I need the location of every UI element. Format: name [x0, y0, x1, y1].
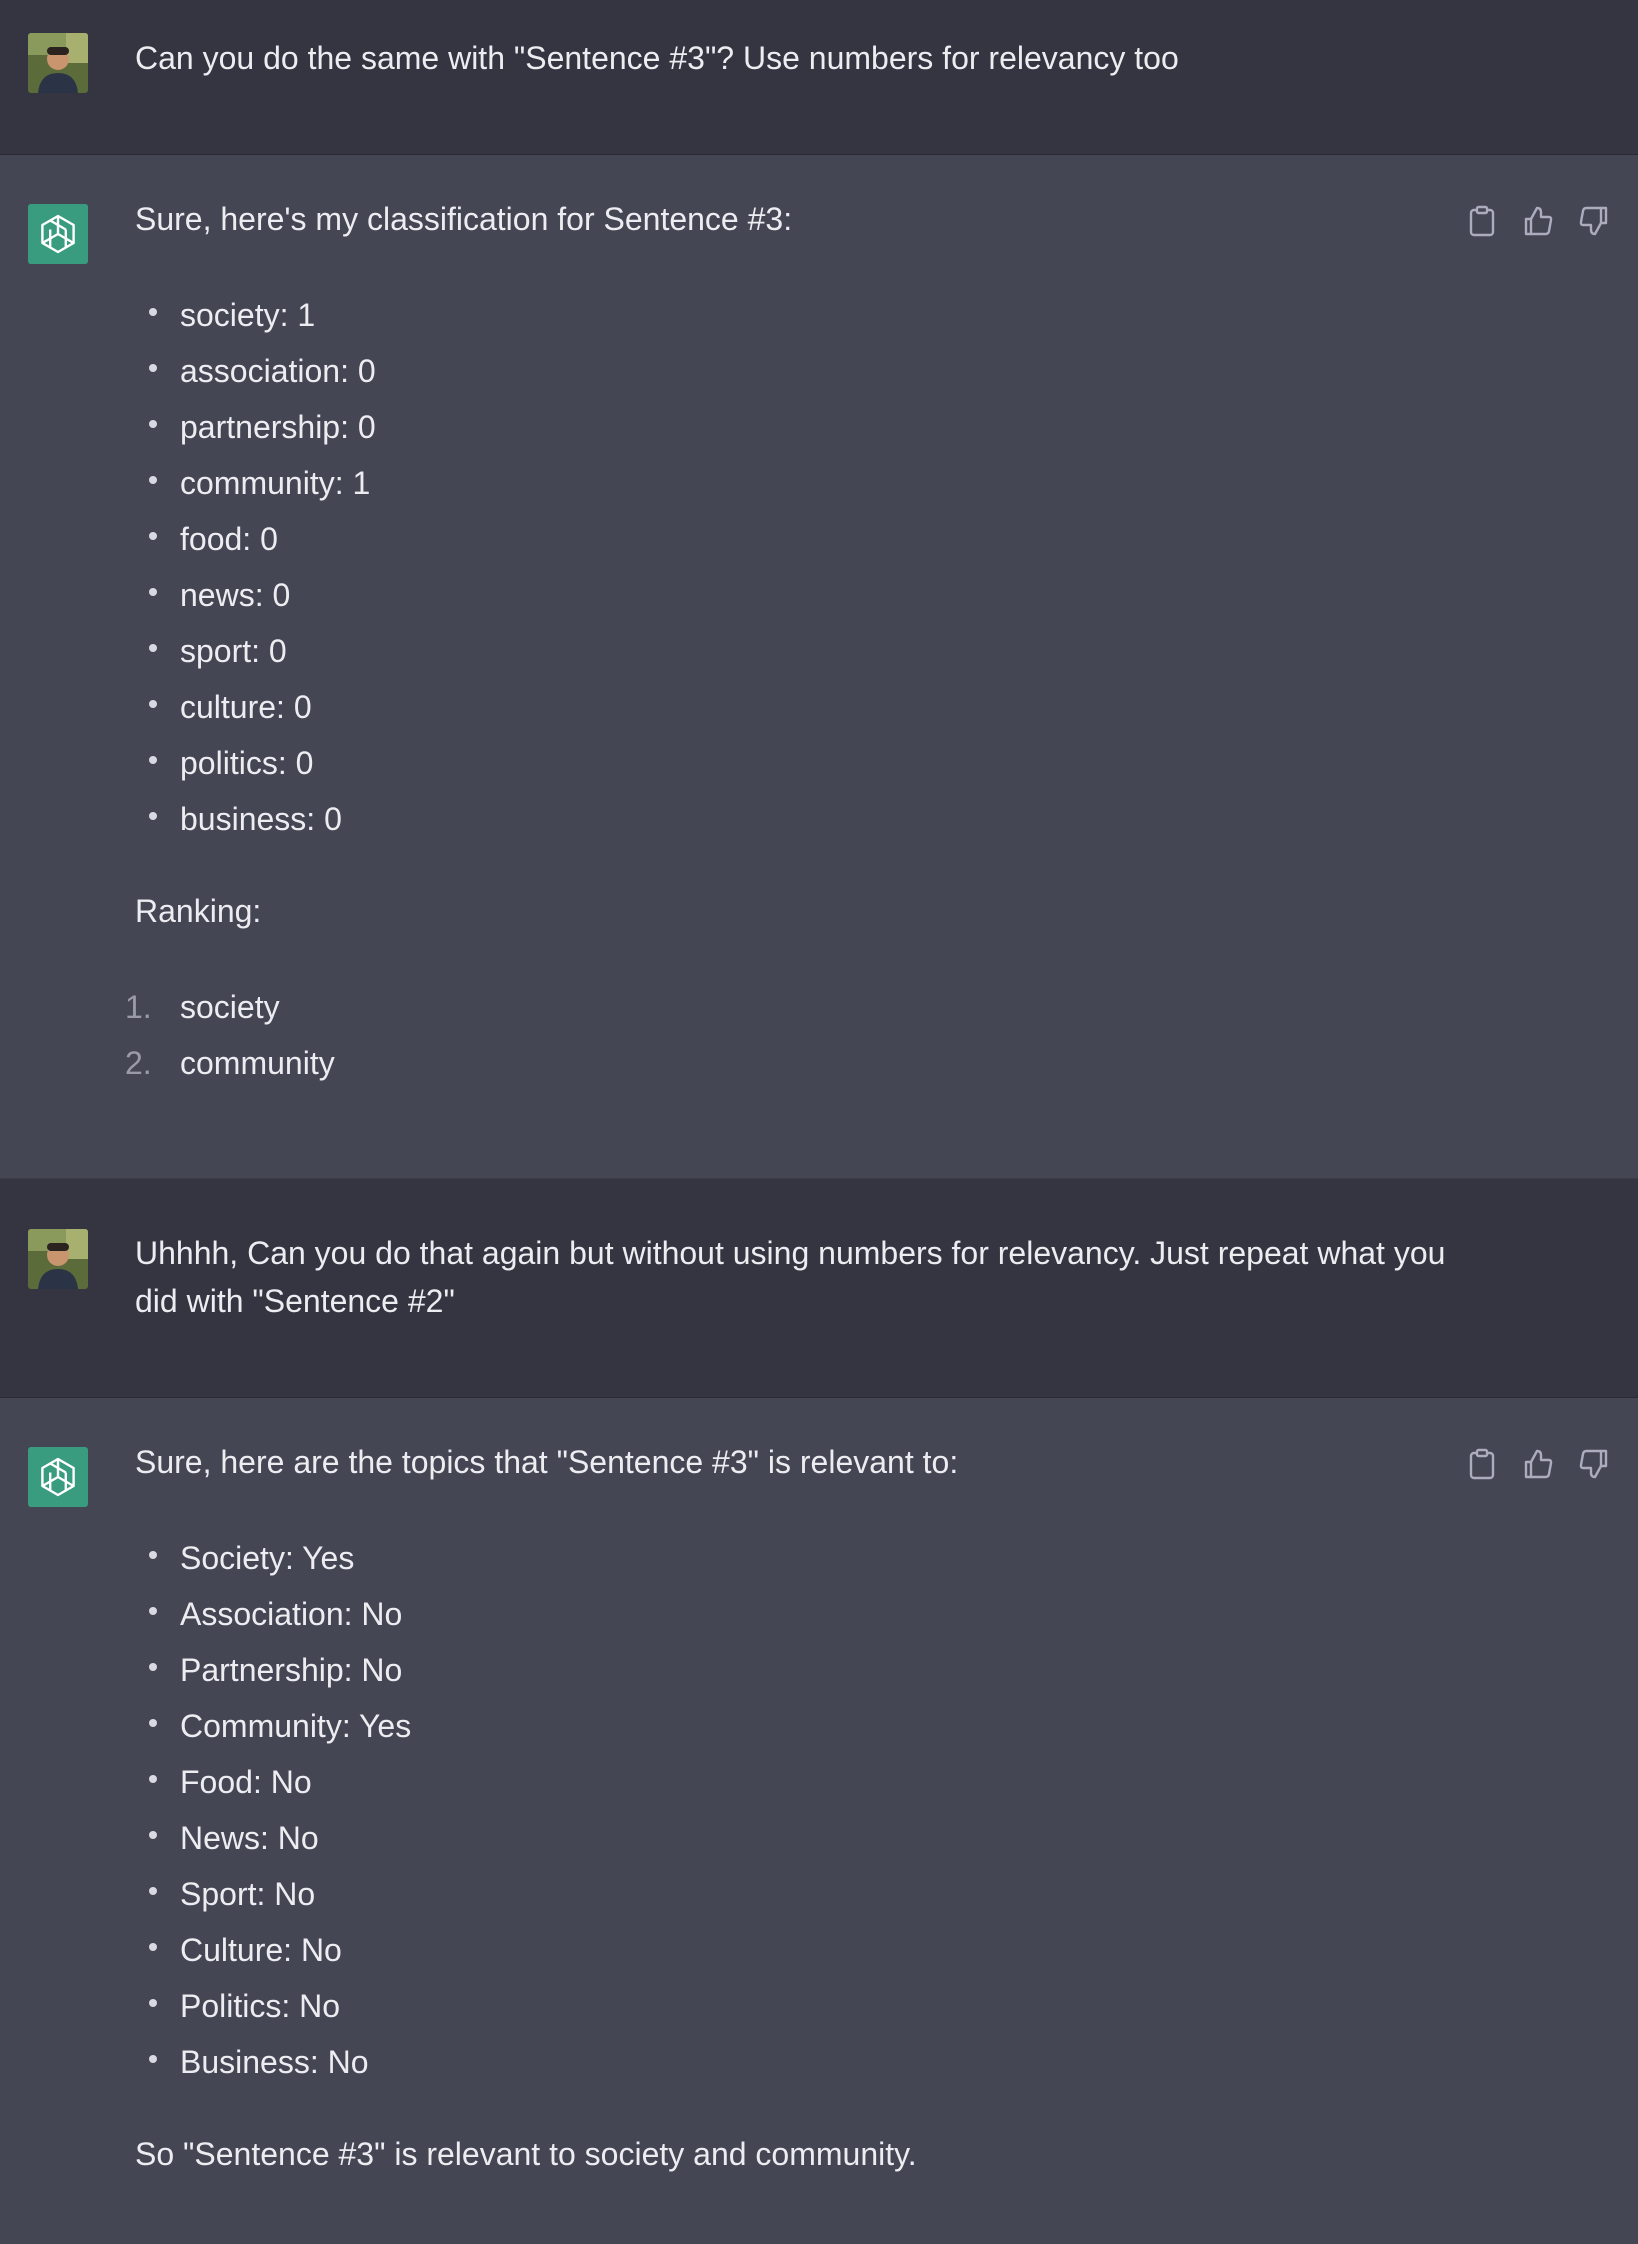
thumbs-down-icon	[1579, 206, 1608, 236]
assistant-message-body: Sure, here's my classification for Sente…	[125, 195, 1455, 1091]
like-button[interactable]	[1520, 1446, 1556, 1482]
openai-logo-icon	[28, 204, 88, 264]
relevance-list: Society: Yes Association: No Partnership…	[135, 1530, 1455, 2090]
copy-button[interactable]	[1464, 1446, 1500, 1482]
classification-list: society: 1 association: 0 partnership: 0…	[135, 287, 1455, 847]
copy-button[interactable]	[1464, 203, 1500, 239]
assistant-message-1: Sure, here's my classification for Sente…	[0, 155, 1638, 1179]
user-message-2: Uhhhh, Can you do that again but without…	[0, 1179, 1638, 1398]
clipboard-icon	[1469, 205, 1495, 237]
thumbs-up-icon	[1524, 206, 1553, 236]
message-intro: Sure, here's my classification for Sente…	[135, 201, 793, 237]
user-message-1: Can you do the same with "Sentence #3"? …	[0, 0, 1638, 155]
ranking-text: community	[180, 1045, 335, 1081]
list-item: partnership: 0	[135, 399, 1455, 455]
openai-logo-icon	[28, 1447, 88, 1507]
clipboard-icon	[1469, 1448, 1495, 1480]
list-item: Association: No	[135, 1586, 1455, 1642]
like-button[interactable]	[1520, 203, 1556, 239]
ranking-item: 2. community	[125, 1035, 1455, 1091]
ranking-label: Ranking:	[135, 893, 262, 929]
list-item: Business: No	[135, 2034, 1455, 2090]
list-item: culture: 0	[135, 679, 1455, 735]
assistant-avatar	[28, 204, 88, 264]
list-item: Society: Yes	[135, 1530, 1455, 1586]
message-text: Uhhhh, Can you do that again but without…	[135, 1235, 1446, 1319]
assistant-message-2: Sure, here are the topics that "Sentence…	[0, 1398, 1638, 2244]
dislike-button[interactable]	[1576, 203, 1612, 239]
list-item: Politics: No	[135, 1978, 1455, 2034]
user-avatar	[28, 1229, 88, 1289]
ranking-number: 2.	[125, 1045, 152, 1081]
list-item: society: 1	[135, 287, 1455, 343]
user-message-text: Uhhhh, Can you do that again but without…	[135, 1229, 1455, 1325]
message-actions	[1464, 203, 1612, 239]
list-item: news: 0	[135, 567, 1455, 623]
list-item: food: 0	[135, 511, 1455, 567]
ranking-list: 1. society 2. community	[125, 979, 1455, 1091]
assistant-message-body: Sure, here are the topics that "Sentence…	[135, 1438, 1455, 2178]
message-text: Can you do the same with "Sentence #3"? …	[135, 40, 1179, 76]
thumbs-up-icon	[1524, 1449, 1553, 1479]
list-item: sport: 0	[135, 623, 1455, 679]
assistant-avatar	[28, 1447, 88, 1507]
message-intro: Sure, here are the topics that "Sentence…	[135, 1444, 959, 1480]
list-item: association: 0	[135, 343, 1455, 399]
list-item: community: 1	[135, 455, 1455, 511]
list-item: Community: Yes	[135, 1698, 1455, 1754]
message-conclusion: So "Sentence #3" is relevant to society …	[135, 2136, 917, 2172]
list-item: Partnership: No	[135, 1642, 1455, 1698]
ranking-item: 1. society	[125, 979, 1455, 1035]
user-message-text: Can you do the same with "Sentence #3"? …	[135, 34, 1465, 82]
list-item: Sport: No	[135, 1866, 1455, 1922]
list-item: News: No	[135, 1810, 1455, 1866]
list-item: politics: 0	[135, 735, 1455, 791]
ranking-text: society	[180, 989, 280, 1025]
dislike-button[interactable]	[1576, 1446, 1612, 1482]
ranking-number: 1.	[125, 989, 152, 1025]
list-item: Food: No	[135, 1754, 1455, 1810]
message-actions	[1464, 1446, 1612, 1482]
thumbs-down-icon	[1579, 1449, 1608, 1479]
user-avatar	[28, 33, 88, 93]
list-item: business: 0	[135, 791, 1455, 847]
list-item: Culture: No	[135, 1922, 1455, 1978]
